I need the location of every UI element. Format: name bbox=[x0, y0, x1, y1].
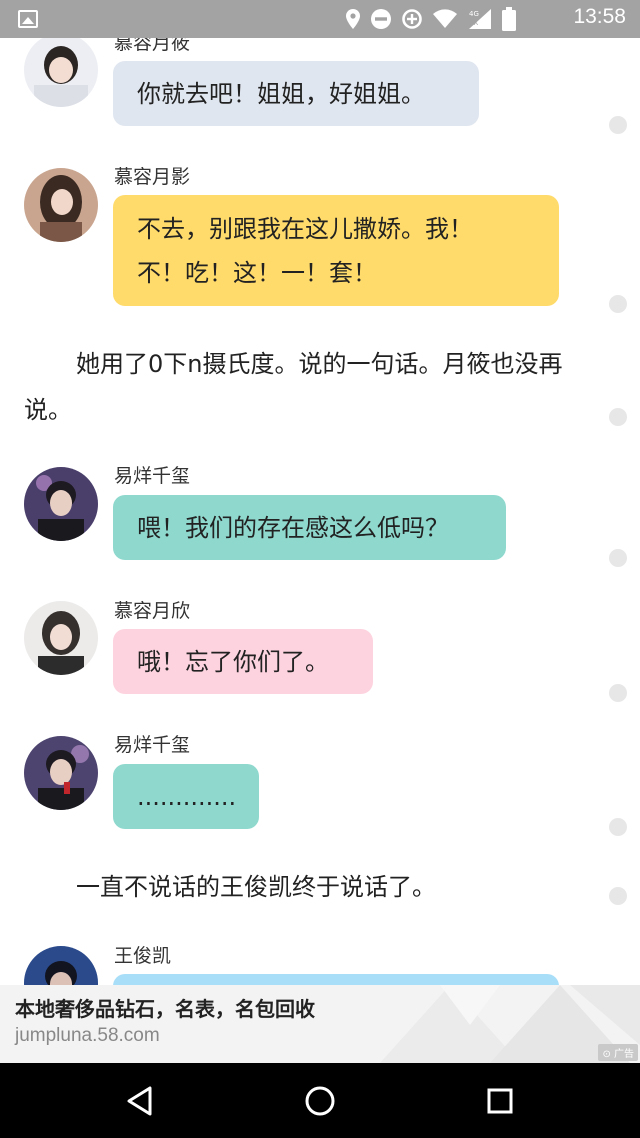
scroll-marker-dot bbox=[609, 549, 627, 567]
ad-background-graphic bbox=[380, 985, 640, 1063]
ad-url[interactable]: jumpluna.58.com bbox=[15, 1025, 160, 1047]
message-bubble[interactable]: 你就去吧！姐姐，好姐姐。 bbox=[113, 61, 479, 126]
ad-title[interactable]: 本地奢侈品钻石，名表，名包回收 bbox=[15, 993, 315, 1022]
navigation-bar bbox=[0, 1063, 640, 1138]
svg-text:1X: 1X bbox=[469, 19, 478, 27]
home-circle-icon[interactable] bbox=[300, 1081, 340, 1121]
message-bubble[interactable] bbox=[113, 974, 559, 985]
ad-banner[interactable]: 本地奢侈品钻石，名表，名包回收 jumpluna.58.com ⊙ 广告 bbox=[0, 985, 640, 1063]
scroll-marker-dot bbox=[609, 408, 627, 426]
speaker-name: 易烊千玺 bbox=[114, 465, 191, 487]
message-bubble[interactable]: ............. bbox=[113, 764, 259, 829]
narration-text: 一直不说话的王俊凯终于说话了。 bbox=[76, 873, 436, 901]
message-bubble[interactable]: 哦！忘了你们了。 bbox=[113, 629, 373, 694]
message-bubble[interactable]: 喂！我们的存在感这么低吗？ bbox=[113, 495, 506, 560]
scroll-marker-dot bbox=[609, 887, 627, 905]
avatar[interactable] bbox=[24, 168, 98, 242]
message-bubble[interactable]: 不去，别跟我在这儿撒娇。我！ 不！吃！这！一！套！ bbox=[113, 195, 559, 306]
scroll-marker-dot bbox=[609, 116, 627, 134]
ad-badge-label: 广告 bbox=[614, 1049, 634, 1060]
ad-badge: ⊙ 广告 bbox=[598, 1044, 638, 1061]
message-line: 不！吃！这！一！套！ bbox=[137, 259, 377, 287]
scroll-marker-dot bbox=[609, 684, 627, 702]
status-time: 13:58 bbox=[573, 5, 626, 28]
avatar[interactable] bbox=[24, 33, 98, 107]
do-not-disturb-icon bbox=[371, 9, 391, 29]
recents-square-icon[interactable] bbox=[480, 1081, 520, 1121]
svg-text:4G: 4G bbox=[469, 10, 479, 18]
location-icon bbox=[346, 9, 360, 29]
scroll-marker-dot bbox=[609, 818, 627, 836]
message-line: 不去，别跟我在这儿撒娇。我！ bbox=[137, 215, 473, 243]
avatar[interactable] bbox=[24, 736, 98, 810]
back-triangle-icon[interactable] bbox=[120, 1081, 160, 1121]
status-icons: 4G 1X bbox=[345, 7, 516, 31]
speaker-name: 慕容月影 bbox=[114, 166, 191, 188]
speaker-name: 王俊凯 bbox=[114, 945, 172, 967]
battery-icon bbox=[502, 7, 516, 31]
signal-icon: 4G1X bbox=[469, 9, 491, 29]
narration-text: 她用了0下n摄氏度。说的一句话。月筱也没再说。 bbox=[24, 350, 563, 424]
wifi-icon bbox=[433, 9, 457, 28]
status-bar: 4G 1X 13:58 bbox=[0, 0, 640, 38]
speaker-name: 慕容月欣 bbox=[114, 600, 191, 622]
chat-story-content[interactable]: 慕容月筱 你就去吧！姐姐，好姐姐。 慕容月影 不去，别跟我在这儿撒娇。我！ 不！… bbox=[0, 0, 640, 985]
avatar[interactable] bbox=[24, 467, 98, 541]
gallery-notification-icon bbox=[18, 10, 38, 28]
scroll-marker-dot bbox=[609, 295, 627, 313]
avatar[interactable] bbox=[24, 946, 98, 985]
speaker-name: 易烊千玺 bbox=[114, 734, 191, 756]
avatar[interactable] bbox=[24, 601, 98, 675]
data-saver-icon bbox=[402, 9, 422, 29]
